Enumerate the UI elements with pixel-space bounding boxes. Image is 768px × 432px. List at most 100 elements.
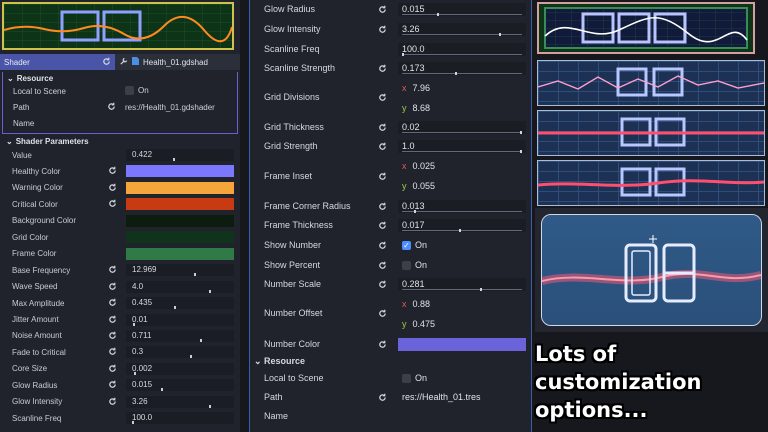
- param-label: Grid Thickness: [264, 122, 324, 132]
- reset-icon[interactable]: [378, 221, 387, 232]
- reset-icon[interactable]: [107, 102, 116, 113]
- vector-x-field[interactable]: x 0.88: [398, 298, 526, 311]
- param-label: Grid Color: [12, 232, 49, 242]
- mid-row: Scanline Freq 100.0: [250, 42, 533, 58]
- resource-header[interactable]: ⌄ Resource: [254, 356, 305, 367]
- reset-icon[interactable]: [378, 142, 387, 153]
- slider-knob[interactable]: [455, 72, 458, 75]
- checkbox-field[interactable]: On: [398, 372, 526, 385]
- tab-shader[interactable]: Shader: [0, 54, 115, 70]
- number-field[interactable]: 0.015: [126, 379, 234, 392]
- vector-y-field[interactable]: y 0.055: [398, 180, 526, 193]
- slider-knob[interactable]: [132, 421, 134, 425]
- param-row: Jitter Amount 0.01: [0, 312, 240, 328]
- param-value: 0.711: [132, 330, 152, 340]
- number-field[interactable]: 0.015: [398, 3, 526, 16]
- reset-icon[interactable]: [108, 347, 117, 358]
- slider-knob[interactable]: [208, 289, 211, 293]
- color-swatch[interactable]: [126, 165, 234, 178]
- reset-icon[interactable]: [378, 340, 387, 351]
- number-field[interactable]: 3.26: [126, 395, 234, 408]
- color-swatch[interactable]: [126, 214, 234, 227]
- reset-icon[interactable]: [108, 298, 117, 309]
- number-field[interactable]: 12.969: [126, 264, 234, 277]
- reset-icon[interactable]: [108, 380, 117, 391]
- slider-knob[interactable]: [520, 150, 522, 153]
- vector-y-field[interactable]: y 8.68: [398, 102, 526, 115]
- slider-knob[interactable]: [172, 158, 175, 161]
- number-field[interactable]: 0.422: [126, 149, 234, 161]
- number-field[interactable]: 0.02: [398, 121, 526, 134]
- reset-icon[interactable]: [378, 202, 387, 213]
- reset-icon[interactable]: [108, 315, 117, 326]
- color-swatch[interactable]: [398, 338, 526, 351]
- slider-knob[interactable]: [458, 229, 461, 232]
- slider-knob[interactable]: [402, 53, 404, 56]
- color-swatch[interactable]: [126, 198, 234, 211]
- number-field[interactable]: 0.017: [398, 219, 526, 232]
- reset-icon[interactable]: [378, 393, 387, 404]
- reset-icon[interactable]: [378, 25, 387, 36]
- reset-icon[interactable]: [378, 5, 387, 16]
- number-field[interactable]: 1.0: [398, 140, 526, 153]
- slider-knob[interactable]: [133, 371, 136, 375]
- reset-icon[interactable]: [108, 166, 117, 177]
- number-field[interactable]: 3.26: [398, 23, 526, 36]
- number-field[interactable]: 100.0: [126, 412, 234, 425]
- slider-knob[interactable]: [208, 404, 211, 408]
- slider-knob[interactable]: [479, 288, 482, 291]
- reset-icon[interactable]: [378, 172, 387, 183]
- number-field[interactable]: 100.0: [398, 43, 526, 56]
- slider-knob[interactable]: [200, 338, 203, 342]
- slider-knob[interactable]: [520, 131, 522, 134]
- color-swatch[interactable]: [126, 247, 234, 260]
- number-field[interactable]: 0.3: [126, 346, 234, 359]
- path-field[interactable]: res://Health_01.tres: [398, 391, 526, 404]
- number-field[interactable]: 0.711: [126, 329, 234, 342]
- number-field[interactable]: 4.0: [126, 280, 234, 293]
- reset-icon[interactable]: [378, 261, 387, 272]
- reset-icon[interactable]: [378, 93, 387, 104]
- param-row: Value 0.422: [0, 147, 240, 163]
- reset-icon[interactable]: [108, 199, 117, 210]
- slider-knob[interactable]: [173, 306, 176, 310]
- slider-knob[interactable]: [498, 33, 501, 36]
- reset-icon[interactable]: [102, 57, 111, 68]
- number-field[interactable]: 0.435: [126, 297, 234, 310]
- reset-icon[interactable]: [108, 183, 117, 194]
- slider-knob[interactable]: [413, 210, 416, 213]
- checkbox-field[interactable]: ✓ On: [398, 239, 526, 252]
- reset-icon[interactable]: [378, 280, 387, 291]
- local-to-scene-checkbox[interactable]: On: [125, 86, 149, 96]
- checkbox-field[interactable]: On: [398, 259, 526, 272]
- slider-knob[interactable]: [437, 13, 440, 16]
- reset-icon[interactable]: [378, 64, 387, 75]
- vector-x-field[interactable]: x 7.96: [398, 82, 526, 95]
- reset-icon[interactable]: [378, 309, 387, 320]
- color-swatch[interactable]: [126, 181, 234, 194]
- slider-knob[interactable]: [160, 388, 163, 392]
- shader-parameters-header[interactable]: ⌄ Shader Parameters: [2, 136, 89, 147]
- slider-knob[interactable]: [194, 273, 197, 277]
- slider-knob[interactable]: [132, 322, 135, 326]
- path-value[interactable]: res://Health_01.gdshader: [125, 103, 215, 112]
- reset-icon[interactable]: [108, 282, 117, 293]
- reset-icon[interactable]: [378, 241, 387, 252]
- reset-icon[interactable]: [108, 331, 117, 342]
- resource-header[interactable]: ⌄ Resource: [3, 73, 237, 84]
- reset-icon[interactable]: [378, 123, 387, 134]
- color-swatch[interactable]: [126, 231, 234, 244]
- reset-icon[interactable]: [108, 397, 117, 408]
- vector-x-field[interactable]: x 0.025: [398, 160, 526, 173]
- tab-file[interactable]: Health_01.gdshad: [115, 56, 208, 68]
- number-field[interactable]: 0.281: [398, 278, 526, 291]
- number-field[interactable]: 0.013: [398, 200, 526, 213]
- reset-icon[interactable]: [108, 265, 117, 276]
- vector-y-field[interactable]: y 0.475: [398, 318, 526, 331]
- preview-thumb-4: [537, 160, 765, 206]
- number-field[interactable]: 0.01: [126, 313, 234, 326]
- number-field[interactable]: 0.002: [126, 362, 234, 375]
- reset-icon[interactable]: [108, 364, 117, 375]
- slider-knob[interactable]: [189, 355, 192, 359]
- number-field[interactable]: 0.173: [398, 62, 526, 75]
